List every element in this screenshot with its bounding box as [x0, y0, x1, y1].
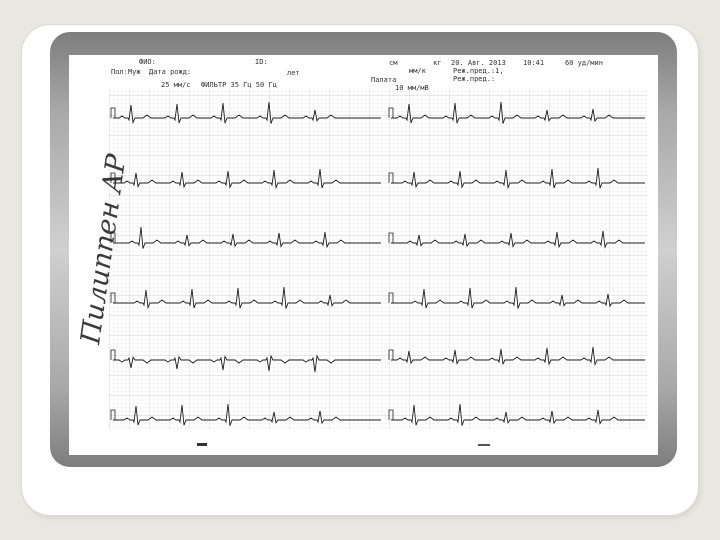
slide-frame: ФИО: ID: Пол:Муж Дата рожд: лет см кг мм…	[22, 25, 698, 515]
ecg-sheet: ФИО: ID: Пол:Муж Дата рожд: лет см кг мм…	[69, 55, 658, 455]
header-weight-unit: мм/к	[409, 67, 427, 75]
header-time: 10:41	[523, 59, 544, 67]
header-sm: см	[389, 59, 398, 67]
header-birth: Дата рожд:	[149, 68, 191, 76]
header-heart-rate: 60 уд/мин	[565, 59, 603, 67]
header-speed: 25 мм/с	[161, 81, 191, 89]
header-age-unit: лет	[287, 69, 300, 77]
image-panel: ФИО: ID: Пол:Муж Дата рожд: лет см кг мм…	[50, 32, 677, 467]
marker-left	[197, 443, 207, 446]
marker-right	[478, 444, 490, 446]
header-mode: Реж.пред.:1,	[453, 67, 504, 75]
header-sex: Пол:Муж	[111, 68, 141, 76]
header-fio: ФИО:	[139, 58, 156, 66]
header-filter: ФИЛЬТР 35 Гц 50 Гц	[201, 81, 277, 89]
ecg-grid	[109, 89, 647, 429]
header-kg: кг	[433, 59, 441, 67]
ecg-recording: ФИО: ID: Пол:Муж Дата рожд: лет см кг мм…	[75, 58, 647, 446]
header-mode2: Реж.пред.:	[453, 75, 495, 83]
header-date: 20. Авг. 2013	[451, 59, 506, 67]
header-id: ID:	[255, 58, 268, 66]
header-gain: 10 мм/мВ	[395, 84, 429, 92]
header-ward: Палата	[371, 76, 396, 84]
